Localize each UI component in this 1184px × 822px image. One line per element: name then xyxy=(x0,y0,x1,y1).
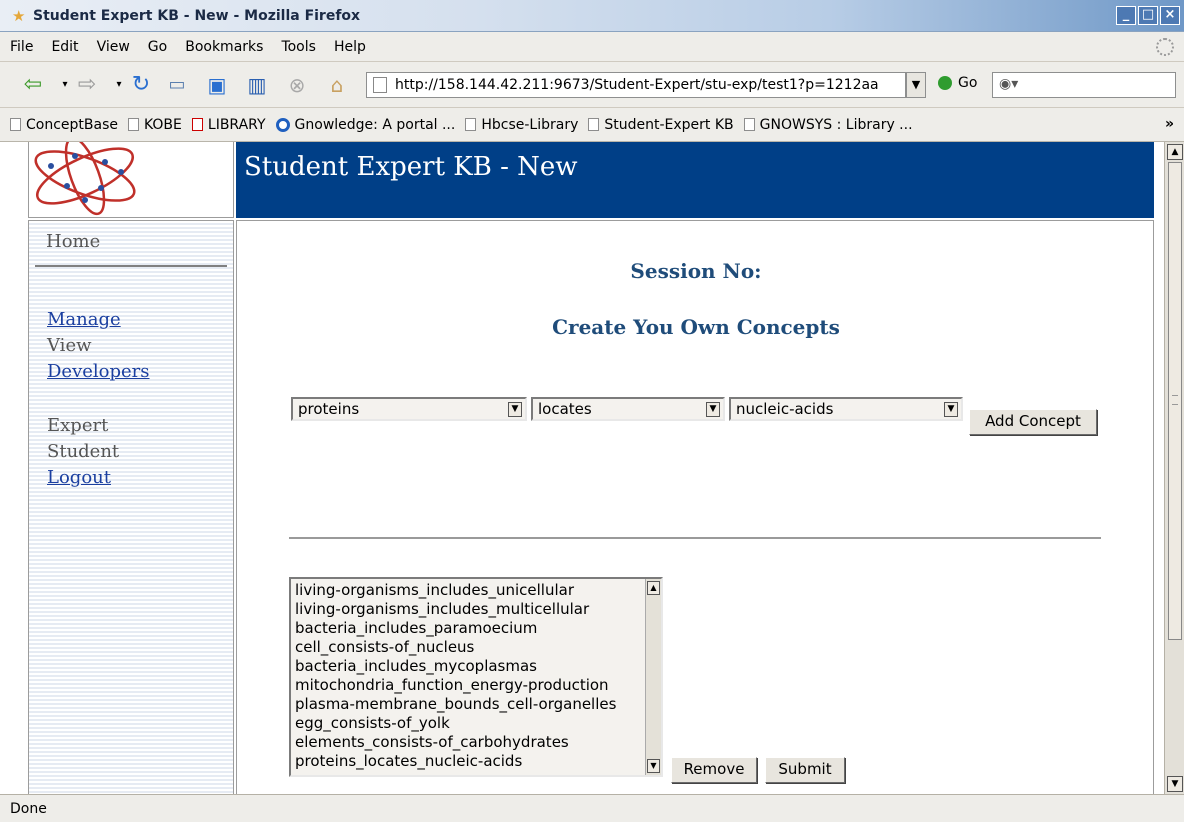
page-icon xyxy=(465,118,477,131)
sidebar-link-manage[interactable]: Manage xyxy=(47,309,121,330)
page-icon xyxy=(373,77,387,93)
status-text: Done xyxy=(10,801,47,817)
sidebar-link-view[interactable]: View xyxy=(47,335,92,356)
left-sidebar: Home Manage View Developers Expert Stude… xyxy=(28,220,234,794)
list-item[interactable]: bacteria_includes_mycoplasmas xyxy=(295,657,537,676)
library-icon xyxy=(191,118,203,131)
page-icon xyxy=(10,118,21,131)
site-logo xyxy=(28,142,234,218)
forward-arrow-icon[interactable]: ⇨ xyxy=(74,72,100,98)
window-controls: _ □ × xyxy=(1116,6,1180,25)
menu-tools[interactable]: Tools xyxy=(281,39,316,55)
bookmark-item[interactable]: KOBE xyxy=(128,117,182,133)
page-icon xyxy=(128,118,139,131)
create-concepts-heading: Create You Own Concepts xyxy=(552,315,840,339)
session-heading: Session No: xyxy=(630,259,762,283)
menu-bar: File Edit View Go Bookmarks Tools Help xyxy=(0,32,1184,62)
bookmark-item[interactable]: ConceptBase xyxy=(10,117,118,133)
back-arrow-icon[interactable]: ⇦ xyxy=(20,72,46,98)
scroll-up-icon[interactable]: ▲ xyxy=(647,581,660,595)
subject-select[interactable]: proteins ▼ xyxy=(291,397,527,421)
home-icon[interactable]: ⌂ xyxy=(324,72,350,98)
page-icon xyxy=(743,118,755,131)
section-divider xyxy=(289,537,1101,539)
sidebar-link-student[interactable]: Student xyxy=(47,441,119,462)
list-item[interactable]: living-organisms_includes_unicellular xyxy=(295,581,574,600)
new-window-icon[interactable]: ▭ xyxy=(164,72,190,98)
page-banner: Student Expert KB - New xyxy=(236,142,1154,218)
search-engine-icon[interactable]: ◉▾ xyxy=(999,76,1018,92)
bookmark-item[interactable]: GNOWSYS : Library ... xyxy=(743,117,913,133)
firefox-star-icon: ★ xyxy=(12,7,26,25)
close-button[interactable]: × xyxy=(1160,6,1180,25)
bookmark-item[interactable]: LIBRARY xyxy=(191,117,266,133)
list-item[interactable]: living-organisms_includes_multicellular xyxy=(295,600,589,619)
window-title: Student Expert KB - New - Mozilla Firefo… xyxy=(33,8,361,24)
page-content: Student Expert KB - New Home Manage View… xyxy=(0,142,1164,794)
bookmarks-sidebar-icon[interactable]: ▥ xyxy=(244,72,270,98)
throbber-icon xyxy=(1156,38,1174,56)
list-item[interactable]: mitochondria_function_energy-production xyxy=(295,676,609,695)
dropdown-arrow-icon: ▼ xyxy=(706,402,720,417)
page-scrollbar[interactable]: ▲ ▼ xyxy=(1164,142,1184,794)
scrollbar-thumb[interactable] xyxy=(1168,162,1182,640)
list-item[interactable]: elements_consists-of_carbohydrates xyxy=(295,733,569,752)
bookmark-item[interactable]: Student-Expert KB xyxy=(588,117,734,133)
menu-file[interactable]: File xyxy=(10,39,33,55)
new-tab-icon[interactable]: ▣ xyxy=(204,72,230,98)
go-button[interactable]: Go xyxy=(938,75,977,91)
status-bar: Done xyxy=(0,794,1184,822)
main-panel: Session No: Create You Own Concepts prot… xyxy=(236,220,1154,794)
reload-icon[interactable]: ↻ xyxy=(128,72,154,98)
list-item[interactable]: bacteria_includes_paramoecium xyxy=(295,619,537,638)
list-item[interactable]: egg_consists-of_yolk xyxy=(295,714,450,733)
add-concept-button[interactable]: Add Concept xyxy=(969,409,1097,435)
list-item[interactable]: proteins_locates_nucleic-acids xyxy=(295,752,522,771)
scroll-down-icon[interactable]: ▼ xyxy=(647,759,660,773)
search-input[interactable]: ◉▾ xyxy=(992,72,1176,98)
listbox-scrollbar[interactable]: ▲ ▼ xyxy=(645,579,661,775)
window-titlebar: ★ Student Expert KB - New - Mozilla Fire… xyxy=(0,0,1184,32)
atom-logo-icon xyxy=(34,142,136,216)
stop-icon[interactable]: ⊗ xyxy=(284,72,310,98)
sidebar-link-expert[interactable]: Expert xyxy=(47,415,108,436)
url-history-dropdown[interactable]: ▼ xyxy=(906,72,926,98)
menu-view[interactable]: View xyxy=(97,39,130,55)
sidebar-home[interactable]: Home xyxy=(46,231,100,252)
minimize-button[interactable]: _ xyxy=(1116,6,1136,25)
bookmark-item[interactable]: Gnowledge: A portal ... xyxy=(275,117,455,133)
concepts-listbox[interactable]: living-organisms_includes_unicellular li… xyxy=(289,577,663,777)
list-item[interactable]: cell_consists-of_nucleus xyxy=(295,638,474,657)
menu-go[interactable]: Go xyxy=(148,39,167,55)
page-icon xyxy=(588,118,600,131)
object-select[interactable]: nucleic-acids ▼ xyxy=(729,397,963,421)
sidebar-divider xyxy=(35,265,227,267)
bookmark-item[interactable]: Hbcse-Library xyxy=(465,117,578,133)
scroll-down-icon[interactable]: ▼ xyxy=(1167,776,1183,792)
grip-icon xyxy=(1172,395,1178,405)
url-text: http://158.144.42.211:9673/Student-Exper… xyxy=(395,77,879,93)
menu-bookmarks[interactable]: Bookmarks xyxy=(185,39,263,55)
list-item[interactable]: plasma-membrane_bounds_cell-organelles xyxy=(295,695,616,714)
banner-title: Student Expert KB - New xyxy=(244,152,578,182)
maximize-button[interactable]: □ xyxy=(1138,6,1158,25)
relation-select[interactable]: locates ▼ xyxy=(531,397,725,421)
bookmarks-toolbar: ConceptBase KOBE LIBRARY Gnowledge: A po… xyxy=(0,108,1184,142)
sidebar-link-developers[interactable]: Developers xyxy=(47,361,150,382)
bookmarks-overflow-button[interactable]: » xyxy=(1165,116,1174,132)
dropdown-arrow-icon: ▼ xyxy=(508,402,522,417)
url-bar[interactable]: http://158.144.42.211:9673/Student-Exper… xyxy=(366,72,906,98)
navigation-toolbar: ⇦ ▾ ⇨ ▾ ↻ ▭ ▣ ▥ ⊗ ⌂ http://158.144.42.21… xyxy=(0,62,1184,108)
go-icon xyxy=(938,76,952,90)
scroll-up-icon[interactable]: ▲ xyxy=(1167,144,1183,160)
gnowledge-icon xyxy=(275,117,290,132)
remove-button[interactable]: Remove xyxy=(671,757,757,783)
menu-help[interactable]: Help xyxy=(334,39,366,55)
sidebar-link-logout[interactable]: Logout xyxy=(47,467,111,488)
menu-edit[interactable]: Edit xyxy=(51,39,78,55)
submit-button[interactable]: Submit xyxy=(765,757,845,783)
dropdown-arrow-icon: ▼ xyxy=(944,402,958,417)
